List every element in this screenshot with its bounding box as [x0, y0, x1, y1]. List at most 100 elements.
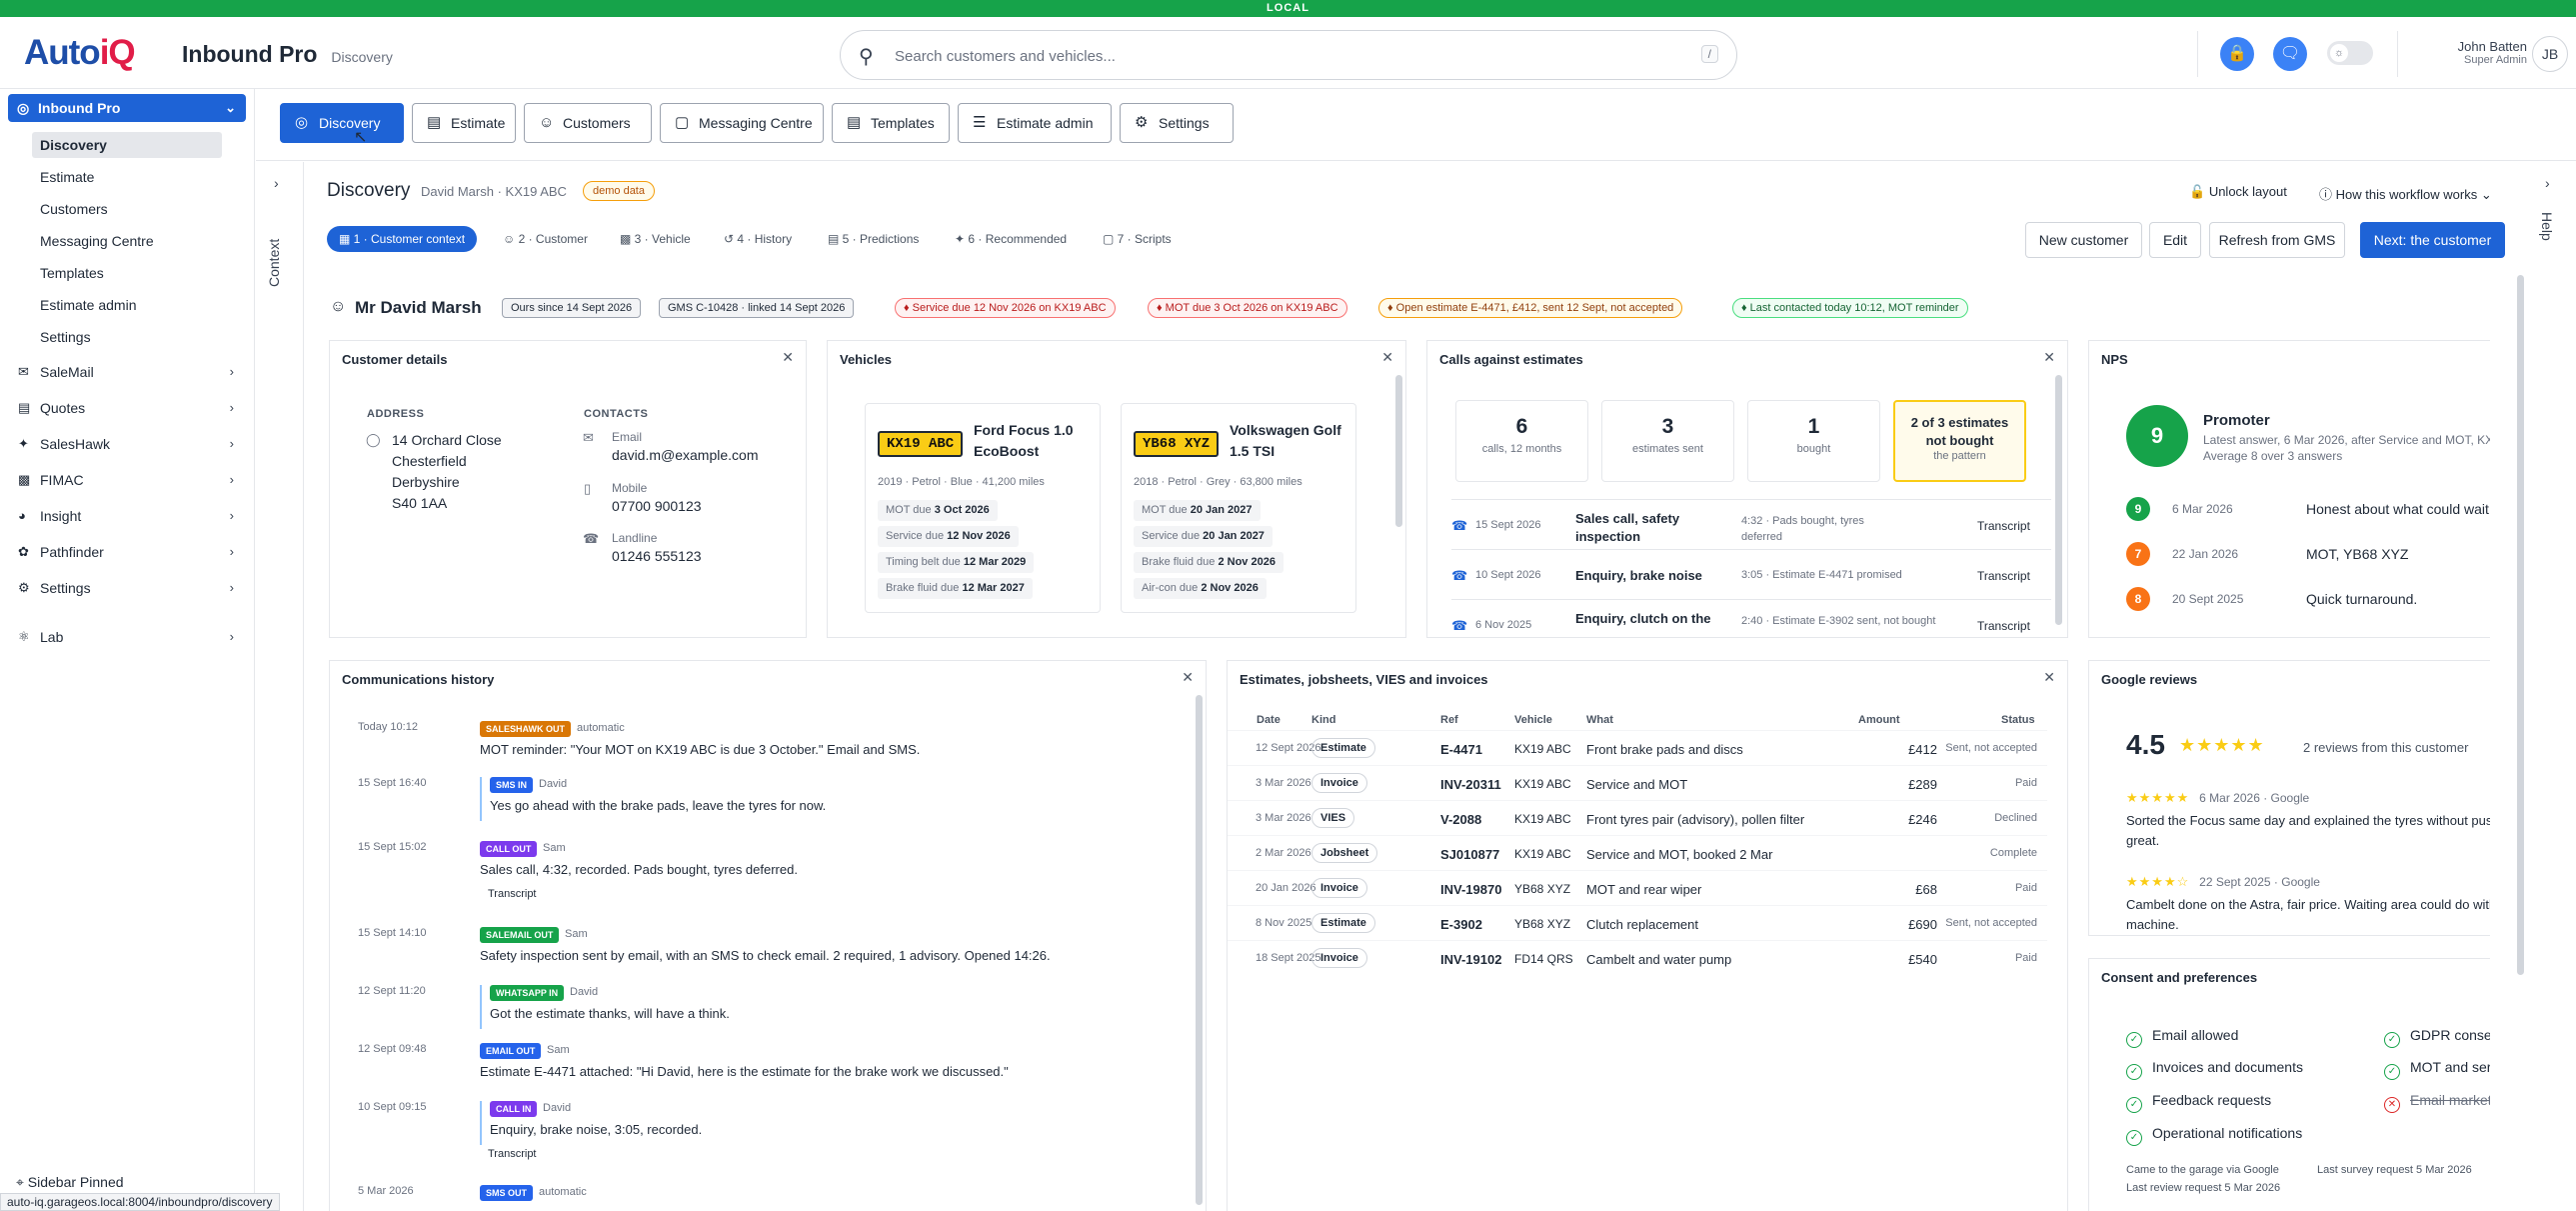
chevron-right-icon[interactable]: › — [274, 175, 279, 191]
table-row[interactable]: 8 Nov 2025 Estimate E-3902 YB68 XYZ Clutch r… — [1228, 905, 2047, 940]
logo[interactable]: AutoiQ — [24, 33, 136, 73]
sidebar-item-customers[interactable]: Customers — [32, 196, 222, 222]
sidebar-item-estimate[interactable]: Estimate — [32, 164, 222, 190]
due-date: 3 Oct 2026 — [934, 504, 990, 516]
how-workflow-works-button[interactable]: ⓘ How this workflow works ⌄ — [2319, 184, 2492, 203]
scrollbar[interactable] — [2055, 375, 2062, 625]
stat-label: the pattern — [1933, 450, 1986, 462]
sidebar-section-salemail[interactable]: ✉ SaleMail › — [8, 358, 246, 386]
row-ref: E-3902 — [1440, 917, 1482, 932]
scrollbar[interactable] — [1196, 695, 1203, 1205]
sidebar-item-settings[interactable]: Settings — [32, 324, 222, 350]
review-item: ★★★★★ 6 Mar 2026 · Google Sorted the Foc… — [2126, 789, 2490, 851]
next-customer-button[interactable]: Next: the customer — [2360, 222, 2505, 258]
chevron-right-icon[interactable]: › — [2545, 175, 2550, 191]
contacts-label: CONTACTS — [584, 408, 649, 420]
refresh-from-gms-button[interactable]: Refresh from GMS — [2209, 222, 2345, 258]
global-search[interactable]: ⚲ / — [840, 30, 1737, 80]
sidebar-item-discovery[interactable]: Discovery — [32, 132, 222, 158]
close-icon[interactable]: ✕ — [2043, 349, 2055, 366]
comm-author: Sam — [547, 1044, 570, 1056]
row-ref: V-2088 — [1440, 812, 1482, 827]
nps-average: Average 8 over 3 answers — [2203, 449, 2343, 463]
transcript-link[interactable]: Transcript — [488, 1148, 537, 1160]
sidebar-section-pathfinder[interactable]: ✿ Pathfinder › — [8, 538, 246, 566]
row-amount: £289 — [1908, 777, 1937, 792]
nps-row-comment: MOT, YB68 XYZ — [2306, 546, 2409, 562]
check-icon: ✓ — [2126, 1130, 2142, 1146]
transcript-link[interactable]: Transcript — [1977, 519, 2030, 533]
call-row[interactable]: ☎ 15 Sept 2026 Sales call, safety inspecti… — [1451, 499, 2051, 549]
new-customer-button[interactable]: New customer — [2025, 222, 2142, 258]
unlock-layout-button[interactable]: 🔓 Unlock layout — [2189, 184, 2287, 200]
sidebar-item-templates[interactable]: Templates — [32, 260, 222, 286]
step-history[interactable]: ↺ 4 · History — [724, 226, 792, 252]
table-row[interactable]: 3 Mar 2026 VIES V-2088 KX19 ABC Front tyres … — [1228, 800, 2047, 835]
table-row[interactable]: 18 Sept 2025 Invoice INV-19102 FD14 QRS Camb… — [1228, 940, 2047, 975]
chat-icon[interactable]: 🗨 — [2273, 37, 2307, 71]
table-row[interactable]: 3 Mar 2026 Invoice INV-20311 KX19 ABC Servic… — [1228, 765, 2047, 800]
lock-icon[interactable]: 🔒 — [2220, 37, 2254, 71]
step-customer-context[interactable]: ▦ 1 · Customer context — [327, 226, 478, 252]
transcript-link[interactable]: Transcript — [1977, 569, 2030, 583]
edit-button[interactable]: Edit — [2149, 222, 2201, 258]
search-input[interactable] — [895, 43, 1674, 69]
mobile-label: Mobile — [612, 481, 648, 495]
close-icon[interactable]: ✕ — [1182, 669, 1194, 686]
sidebar-pin-toggle[interactable]: ⌖ Sidebar Pinned — [16, 1174, 124, 1191]
step-scripts[interactable]: ▢ 7 · Scripts — [1103, 226, 1172, 252]
mobile-value[interactable]: 07700 900123 — [612, 498, 702, 514]
step-customer[interactable]: ☺ 2 · Customer — [503, 226, 588, 252]
sidebar-group-inbound-pro[interactable]: ◎ Inbound Pro ⌄ — [8, 94, 246, 122]
row-status: Paid — [2014, 952, 2037, 964]
table-row[interactable]: 12 Sept 2026 Estimate E-4471 KX19 ABC Front … — [1228, 730, 2047, 765]
call-row[interactable]: ☎ 6 Nov 2025 Enquiry, clutch on the 2:40 · … — [1451, 599, 2051, 637]
email-value[interactable]: david.m@example.com — [612, 447, 759, 463]
avatar[interactable]: JB — [2532, 36, 2568, 72]
row-description: Service and MOT — [1586, 777, 1688, 792]
transcript-link[interactable]: Transcript — [1977, 619, 2030, 633]
sidebar-item-estimate-admin[interactable]: Estimate admin — [32, 292, 222, 318]
tab-templates[interactable]: ▤ Templates — [832, 103, 950, 143]
sidebar-section-saleshawk[interactable]: ✦ SalesHawk › — [8, 430, 246, 458]
theme-toggle[interactable]: ☼ — [2327, 41, 2373, 65]
step-vehicle[interactable]: ▩ 3 · Vehicle — [620, 226, 691, 252]
tab-customers[interactable]: ☺ Customers — [524, 103, 652, 143]
table-row[interactable]: 2 Mar 2026 Jobsheet SJ010877 KX19 ABC Servic… — [1228, 835, 2047, 870]
consent-label: Feedback requests — [2152, 1092, 2272, 1108]
scrollbar[interactable] — [1395, 375, 1402, 527]
template-icon: ▤ — [847, 114, 862, 131]
landline-value[interactable]: 01246 555123 — [612, 548, 702, 564]
page-scrollbar[interactable] — [2517, 275, 2524, 975]
tab-estimate[interactable]: ▤ Estimate — [412, 103, 516, 143]
context-rail-label: Context — [266, 238, 282, 287]
sidebar-section-insight[interactable]: ◕ Insight › — [8, 502, 246, 530]
help-rail[interactable]: › Help — [2529, 162, 2576, 1211]
close-icon[interactable]: ✕ — [782, 349, 794, 366]
phone-icon: ☎ — [1451, 618, 1468, 633]
tab-discovery[interactable]: ◎ Discovery — [280, 103, 404, 143]
table-row[interactable]: 20 Jan 2026 Invoice INV-19870 YB68 XYZ MOT a… — [1228, 870, 2047, 905]
step-predictions[interactable]: ▤ 5 · Predictions — [828, 226, 919, 252]
transcript-link[interactable]: Transcript — [488, 888, 537, 900]
call-row[interactable]: ☎ 10 Sept 2026 Enquiry, brake noise 3:05 · … — [1451, 549, 2051, 599]
tab-settings[interactable]: ⚙ Settings — [1120, 103, 1234, 143]
vehicle-card[interactable]: YB68 XYZ Volkswagen Golf 1.5 TSI 2018 · … — [1121, 403, 1356, 613]
vehicle-card[interactable]: KX19 ABC Ford Focus 1.0 EcoBoost 2019 · … — [865, 403, 1101, 613]
sidebar-section-settings[interactable]: ⚙ Settings › — [8, 574, 246, 602]
step-recommended[interactable]: ✦ 6 · Recommended — [955, 226, 1067, 252]
tab-estimate-admin[interactable]: ☰ Estimate admin — [958, 103, 1112, 143]
customer-details-panel: Customer details ✕ ADDRESS ◯ 14 Orchard … — [329, 340, 807, 638]
sidebar-item-messaging-centre[interactable]: Messaging Centre — [32, 228, 222, 254]
column-header: Vehicle — [1514, 714, 1552, 726]
row-kind: Invoice — [1311, 878, 1367, 898]
sidebar-section-lab[interactable]: ⚛ Lab › — [8, 623, 246, 651]
user-info[interactable]: John Batten Super Admin — [2419, 39, 2527, 66]
context-rail[interactable]: › Context — [256, 162, 304, 1211]
sidebar-section-quotes[interactable]: ▤ Quotes › — [8, 394, 246, 422]
sidebar-section-fimac[interactable]: ▩ FIMAC › — [8, 466, 246, 494]
nps-row-comment: Honest about what could wait. — [2306, 501, 2490, 517]
close-icon[interactable]: ✕ — [1381, 349, 1393, 366]
close-icon[interactable]: ✕ — [2043, 669, 2055, 686]
tab-messaging-centre[interactable]: ▢ Messaging Centre — [660, 103, 824, 143]
